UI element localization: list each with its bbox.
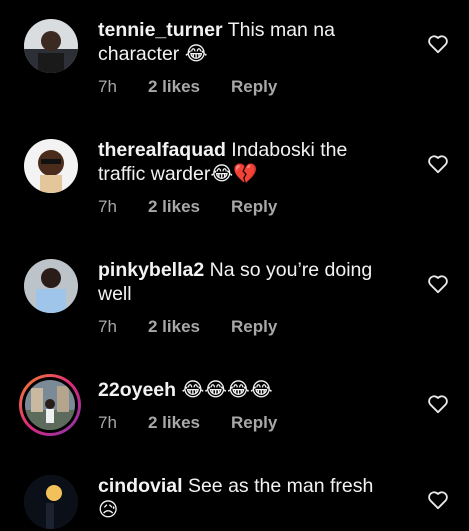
comments-list: tennie_turner This man na character 😂 7h… <box>0 0 469 531</box>
comment-likes[interactable]: 2 likes <box>148 413 231 433</box>
avatar <box>25 380 75 430</box>
avatar[interactable] <box>24 475 78 529</box>
comment-likes[interactable]: 2 likes <box>148 197 231 217</box>
comment-text: 22oyeeh 😂😂😂😂 <box>98 378 388 402</box>
comment-time: 7h <box>98 197 117 216</box>
avatar[interactable] <box>24 19 78 73</box>
comment-text: cindovial See as the man fresh 😥 <box>98 474 388 522</box>
avatar-image <box>24 139 78 193</box>
comment-username[interactable]: 22oyeeh <box>98 379 176 401</box>
avatar[interactable] <box>24 259 78 313</box>
story-ring-gap <box>22 377 78 433</box>
comment-meta: 7h 2 likes Reply <box>98 317 277 337</box>
reply-button[interactable]: Reply <box>231 77 277 97</box>
comment-likes[interactable]: 2 likes <box>148 317 231 337</box>
comment-likes[interactable]: 2 likes <box>148 77 231 97</box>
comment-text: pinkybella2 Na so you’re doing well <box>98 258 388 306</box>
heart-outline-icon[interactable] <box>427 274 449 294</box>
comment-time: 7h <box>98 413 117 432</box>
reply-button[interactable]: Reply <box>231 413 277 433</box>
comment-username[interactable]: pinkybella2 <box>98 259 204 281</box>
comment-time: 7h <box>98 77 117 96</box>
heart-outline-icon[interactable] <box>427 34 449 54</box>
reply-button[interactable]: Reply <box>231 197 277 217</box>
comment-text: tennie_turner This man na character 😂 <box>98 18 388 66</box>
heart-outline-icon[interactable] <box>427 394 449 414</box>
comment-meta: 7h 2 likes Reply <box>98 197 277 217</box>
comment-body: 😂😂😂😂 <box>181 379 273 401</box>
comment-username[interactable]: cindovial <box>98 475 183 497</box>
comment-username[interactable]: tennie_turner <box>98 19 223 41</box>
comment-time: 7h <box>98 317 117 336</box>
avatar-image <box>24 19 78 73</box>
avatar-image <box>24 259 78 313</box>
comment-meta: 7h 2 likes Reply <box>98 77 277 97</box>
avatar[interactable] <box>24 139 78 193</box>
heart-outline-icon[interactable] <box>427 154 449 174</box>
comment-meta: 7h 2 likes Reply <box>98 413 277 433</box>
heart-outline-icon[interactable] <box>427 490 449 510</box>
comment-text: therealfaquad Indaboski the traffic ward… <box>98 138 388 186</box>
reply-button[interactable]: Reply <box>231 317 277 337</box>
avatar-image <box>24 475 78 529</box>
avatar-story-ring[interactable] <box>19 374 81 436</box>
comment-username[interactable]: therealfaquad <box>98 139 226 161</box>
avatar-image <box>25 380 75 430</box>
